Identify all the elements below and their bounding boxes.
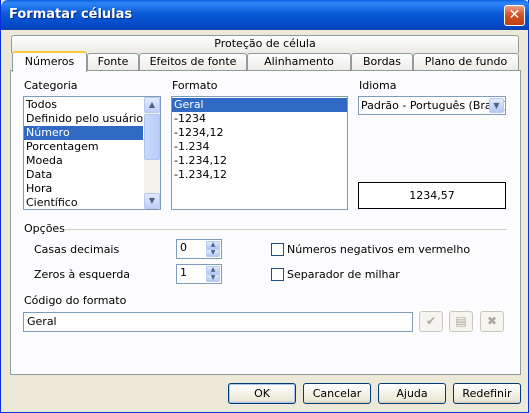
tab-font-effects-label: Efeitos de fonte (149, 55, 237, 68)
spin-up-icon[interactable]: ▲ (206, 266, 220, 274)
negative-red-label: Números negativos em vermelho (287, 243, 471, 256)
chevron-down-icon[interactable]: ▼ (489, 98, 504, 113)
format-item[interactable]: -1.234 (172, 140, 347, 154)
reset-button[interactable]: Redefinir (453, 383, 521, 404)
help-button-label: Ajuda (396, 387, 428, 400)
category-item[interactable]: Data (24, 168, 160, 182)
language-value: Padrão - Português (Brasil) (361, 99, 506, 112)
format-listbox[interactable]: Geral -1234 -1234,12 -1.234 -1.234,12 -1… (171, 96, 348, 210)
cancel-button[interactable]: Cancelar (303, 383, 371, 404)
category-item[interactable]: Porcentagem (24, 140, 160, 154)
ok-button-label: OK (254, 387, 270, 400)
format-cells-dialog: Formatar células ✕ Proteção de célula Nú… (0, 0, 529, 413)
decimal-places-value: 0 (180, 241, 187, 254)
format-item[interactable]: -1234 (172, 112, 347, 126)
format-item[interactable]: -1.234,12 (172, 154, 347, 168)
reset-button-label: Redefinir (462, 387, 512, 400)
format-item-selected[interactable]: Geral (172, 98, 347, 112)
tab-font-label: Fonte (97, 55, 129, 68)
scroll-thumb[interactable] (144, 114, 160, 160)
category-listbox[interactable]: Todos Definido pelo usuário Número Porce… (23, 96, 161, 210)
format-item[interactable]: -1234,12 (172, 126, 347, 140)
tab-background[interactable]: Plano de fundo (413, 53, 519, 71)
close-button[interactable]: ✕ (504, 5, 525, 26)
category-item[interactable]: Hora (24, 182, 160, 196)
format-code-label: Código do formato (24, 294, 127, 307)
decimal-places-stepper[interactable]: 0 ▲ ▼ (176, 239, 222, 259)
negative-red-checkbox[interactable] (271, 243, 284, 256)
tab-protection[interactable]: Proteção de célula (11, 35, 519, 53)
add-comment-button[interactable]: ▤ (449, 311, 473, 332)
category-item[interactable]: Todos (24, 98, 160, 112)
help-button[interactable]: Ajuda (378, 383, 446, 404)
category-item[interactable]: Moeda (24, 154, 160, 168)
tab-borders[interactable]: Bordas (351, 53, 413, 71)
category-item[interactable]: Definido pelo usuário (24, 112, 160, 126)
category-item[interactable]: Científico (24, 196, 160, 209)
thousands-separator-checkbox[interactable] (271, 268, 284, 281)
language-select[interactable]: Padrão - Português (Brasil) ▼ (358, 96, 506, 115)
format-item[interactable]: -1.234,12 (172, 168, 347, 182)
ok-button[interactable]: OK (228, 383, 296, 404)
format-code-value: Geral (27, 315, 57, 328)
tab-protection-label: Proteção de célula (214, 37, 316, 50)
leading-zeros-label: Zeros à esquerda (34, 268, 131, 281)
leading-zeros-stepper[interactable]: 1 ▲ ▼ (176, 264, 222, 284)
cancel-button-label: Cancelar (312, 387, 362, 400)
format-preview: 1234,57 (358, 182, 506, 209)
spin-up-icon[interactable]: ▲ (206, 241, 220, 249)
tab-numbers-label: Números (24, 55, 75, 68)
comment-icon: ▤ (455, 314, 467, 328)
spin-down-icon[interactable]: ▼ (206, 249, 220, 257)
accept-code-button[interactable]: ✔ (419, 311, 443, 332)
preview-value: 1234,57 (409, 189, 455, 202)
delete-code-button[interactable]: ✖ (480, 311, 504, 332)
close-icon: ✕ (508, 7, 521, 23)
category-item-selected[interactable]: Número (24, 126, 143, 140)
checkmark-icon: ✔ (425, 314, 437, 328)
scroll-down-icon[interactable]: ▼ (144, 193, 160, 209)
decimal-places-label: Casas decimais (34, 243, 120, 256)
tab-numbers[interactable]: Números (12, 51, 87, 72)
spin-down-icon[interactable]: ▼ (206, 274, 220, 282)
tab-alignment[interactable]: Alinhamento (247, 53, 351, 71)
thousands-separator-label: Separador de milhar (287, 268, 400, 281)
format-code-input[interactable]: Geral (23, 312, 413, 332)
tab-background-label: Plano de fundo (424, 55, 508, 68)
category-scrollbar[interactable]: ▲ ▼ (144, 97, 160, 209)
language-label: Idioma (359, 79, 397, 92)
options-label: Opções (24, 222, 65, 235)
scroll-up-icon[interactable]: ▲ (144, 97, 160, 113)
options-separator (64, 229, 507, 230)
leading-zeros-value: 1 (180, 266, 187, 279)
dialog-title: Formatar células (9, 7, 133, 22)
tab-alignment-label: Alinhamento (264, 55, 334, 68)
category-label: Categoria (24, 79, 78, 92)
tab-font-effects[interactable]: Efeitos de fonte (139, 53, 247, 71)
title-bar[interactable]: Formatar células ✕ (1, 0, 529, 30)
tab-font[interactable]: Fonte (87, 53, 139, 71)
format-label: Formato (172, 79, 218, 92)
tab-borders-label: Bordas (362, 55, 402, 68)
delete-icon: ✖ (486, 314, 498, 328)
